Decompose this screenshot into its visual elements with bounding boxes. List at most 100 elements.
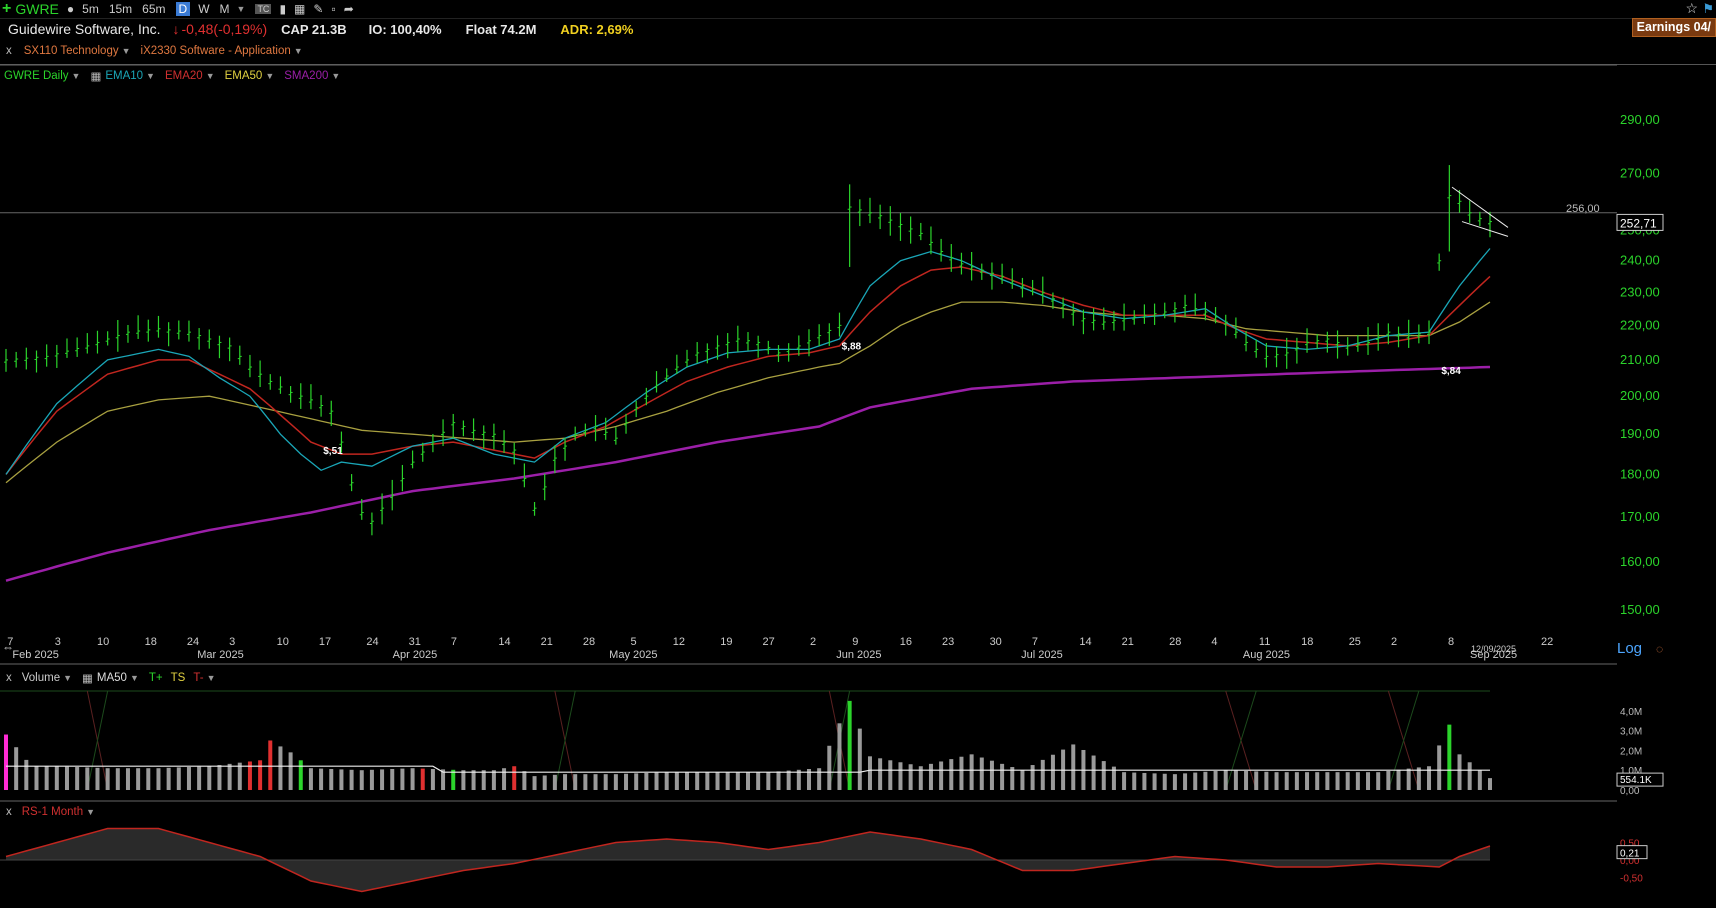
tplus-label[interactable]: T+ (149, 672, 163, 684)
month-label: Jun 2025 (836, 649, 881, 661)
date-tick-label: 31 (409, 636, 421, 648)
price-axis-label: 230,00 (1620, 284, 1660, 299)
volume-bar (44, 766, 49, 790)
volume-bar (939, 761, 944, 790)
current-rs-label: 0,21 (1620, 849, 1640, 860)
earnings-marker: $,51 (323, 446, 343, 457)
price-axis-label: 170,00 (1620, 509, 1660, 524)
date-tick-label: 2 (810, 636, 816, 648)
date-tick-label: 17 (319, 636, 331, 648)
price-pane: 290,00270,00250,00240,00230,00220,00210,… (0, 64, 1664, 665)
volume-bar (217, 765, 222, 790)
volume-bar (197, 766, 202, 790)
pan-icon[interactable]: ◌ (1656, 642, 1663, 656)
volume-bar (1223, 770, 1228, 790)
volume-bar (319, 768, 324, 790)
price-axis-label: 190,00 (1620, 426, 1660, 441)
date-tick-label: 11 (1259, 636, 1270, 648)
volume-bar (1305, 772, 1310, 790)
volume-bar (329, 769, 334, 790)
tminus-label[interactable]: T- (193, 672, 203, 684)
volume-bar (512, 766, 517, 790)
volume-axis-label: 0,00 (1620, 786, 1640, 797)
month-label: Aug 2025 (1243, 649, 1290, 661)
volume-bar (54, 766, 59, 790)
volume-bar (369, 769, 374, 790)
volume-bar (542, 775, 547, 790)
volume-bar (451, 769, 456, 790)
date-tick-label: 7 (1032, 636, 1038, 648)
rs-close-button[interactable]: x (6, 806, 12, 818)
rs-label[interactable]: RS-1 Month (22, 806, 83, 818)
collapse-arrows-icon[interactable]: ⇔ (2, 640, 14, 654)
volume-bar (1142, 772, 1147, 790)
volume-bar (34, 766, 39, 790)
volume-bar (756, 772, 761, 790)
price-axis-label: 270,00 (1620, 165, 1660, 180)
volume-bar (522, 771, 527, 790)
volume-bar (1355, 772, 1360, 790)
volume-bar (227, 763, 232, 790)
volume-bar (1244, 770, 1249, 790)
volume-bar (989, 760, 994, 790)
volume-bar (75, 767, 80, 790)
tminus-dropdown-icon[interactable]: ▼ (207, 673, 216, 683)
price-axis-label: 160,00 (1620, 554, 1660, 569)
date-tick-label: 28 (583, 636, 595, 648)
volume-bar (1396, 769, 1401, 790)
volume-bar (4, 734, 8, 790)
volume-bar (959, 756, 964, 790)
volume-bar (125, 768, 130, 790)
volume-bar (1050, 754, 1055, 790)
month-label: Apr 2025 (393, 649, 438, 661)
volume-bar (1233, 770, 1238, 790)
alert-price-label: 256,00 (1566, 203, 1600, 215)
month-label: Mar 2025 (197, 649, 243, 661)
month-label: Jul 2025 (1021, 649, 1063, 661)
volume-bar (1447, 724, 1452, 790)
volume-bar (136, 768, 141, 790)
date-tick-label: 4 (1211, 636, 1217, 648)
volume-bar (979, 757, 984, 790)
ma50-label[interactable]: MA50 (97, 672, 127, 684)
volume-close-button[interactable]: x (6, 672, 12, 684)
date-tick-label: 18 (145, 636, 157, 648)
volume-bar (502, 768, 507, 790)
volume-bar (1071, 744, 1076, 790)
volume-dropdown-icon[interactable]: ▼ (63, 673, 72, 683)
ma50-dropdown-icon[interactable]: ▼ (130, 673, 139, 683)
volume-bar (400, 768, 405, 790)
date-tick-label: 9 (852, 636, 858, 648)
date-tick-label: 3 (55, 636, 61, 648)
volume-bar (674, 772, 679, 790)
volume-bar (746, 772, 750, 790)
volume-bar (796, 769, 801, 790)
volume-bar (481, 770, 486, 790)
ema20-line (5, 266, 1491, 475)
current-price-label: 252,71 (1620, 216, 1657, 230)
rs-dropdown-icon[interactable]: ▼ (86, 807, 95, 817)
volume-bar (85, 767, 90, 790)
volume-bar (786, 770, 791, 790)
rs-legend: x RS-1 Month ▼ (6, 806, 105, 818)
volume-bar (1172, 774, 1177, 790)
price-axis-label: 180,00 (1620, 466, 1660, 481)
volume-axis-label: 2,0M (1620, 746, 1642, 757)
volume-bar (349, 769, 354, 790)
date-tick-label: 28 (1169, 636, 1181, 648)
volume-bar (1040, 759, 1045, 790)
month-label: May 2025 (609, 649, 657, 661)
volume-bar (430, 769, 435, 790)
volume-bar (1122, 772, 1127, 790)
volume-bar (1000, 763, 1005, 790)
volume-bar (1132, 772, 1137, 790)
volume-bar (1162, 773, 1167, 790)
log-scale-button[interactable]: Log (1617, 640, 1642, 657)
volume-bar (776, 771, 781, 790)
volume-bar (1437, 745, 1442, 790)
ts-label[interactable]: TS (171, 672, 186, 684)
volume-bar (1264, 771, 1269, 790)
volume-label[interactable]: Volume (22, 672, 60, 684)
ma-grid-icon[interactable]: ▦ (82, 671, 93, 685)
chart-canvas[interactable]: 290,00270,00250,00240,00230,00220,00210,… (0, 0, 1716, 908)
